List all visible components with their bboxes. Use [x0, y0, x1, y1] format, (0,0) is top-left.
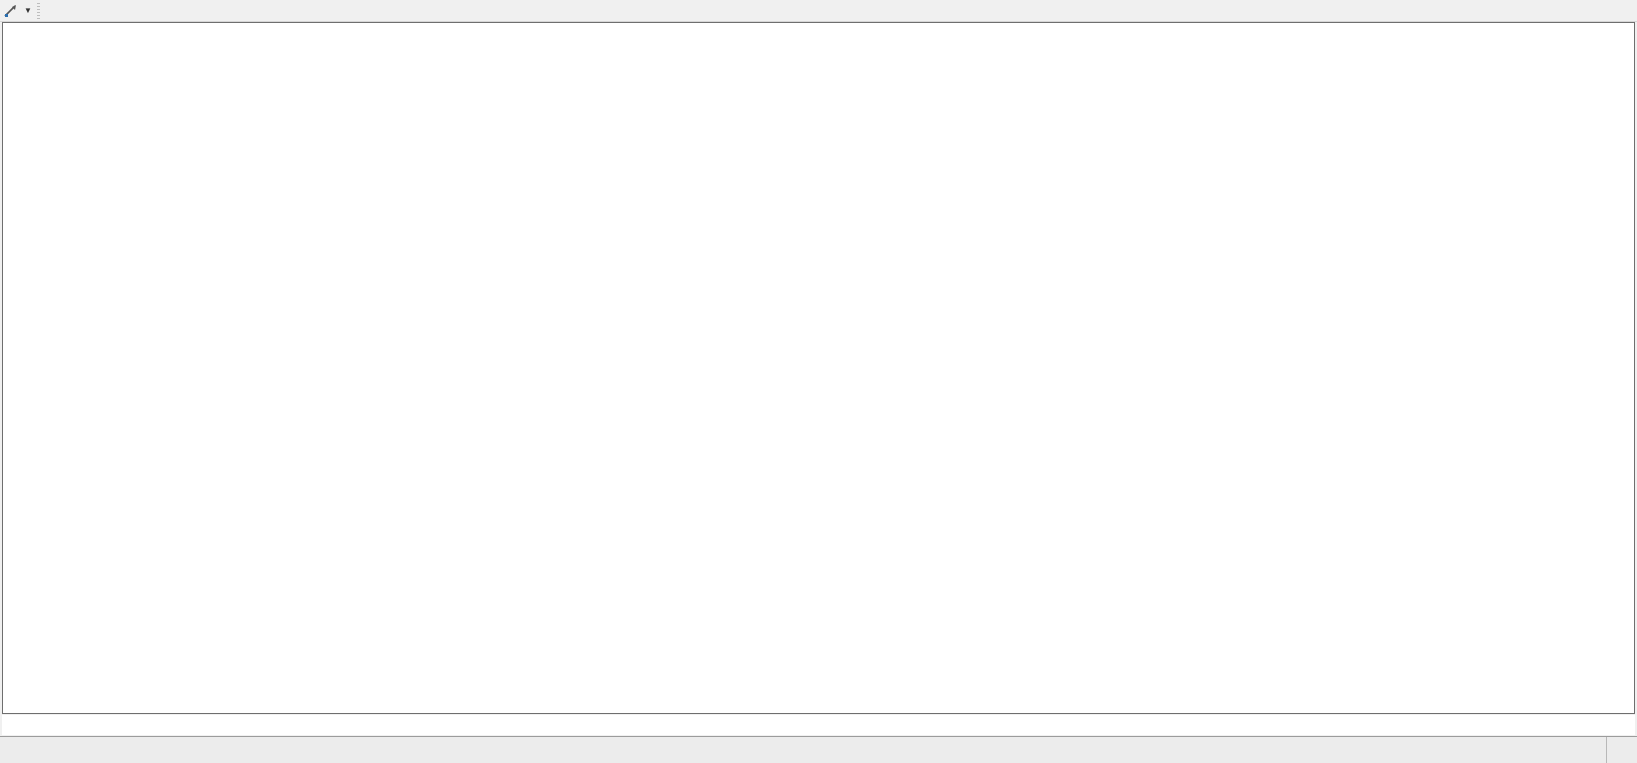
timeframe-toolbar: ▼ [0, 0, 1637, 22]
line-studies-icon[interactable] [1, 2, 21, 20]
tab-scroll-arrows [1606, 737, 1637, 763]
mt4-terminal: { "toolbar": { "timeframes": [ {"label":… [0, 0, 1637, 762]
dropdown-arrow-icon[interactable]: ▼ [21, 6, 35, 15]
toolbar-grip-icon[interactable] [37, 3, 40, 19]
chart-window [2, 22, 1635, 714]
tab-strip [0, 737, 1606, 763]
date-axis[interactable] [2, 715, 1635, 735]
chart-canvas[interactable] [3, 23, 1634, 713]
chart-tab-bar [0, 736, 1637, 763]
